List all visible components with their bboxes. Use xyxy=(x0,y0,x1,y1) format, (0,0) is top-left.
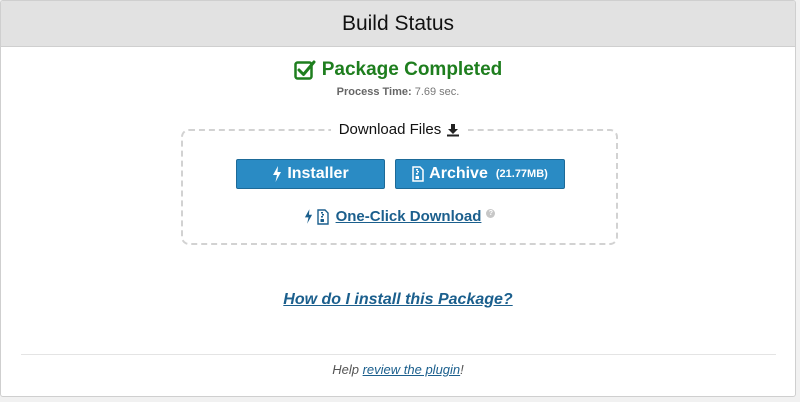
zip-file-icon xyxy=(316,208,329,225)
download-files-legend: Download Files xyxy=(183,121,616,138)
footer-prefix: Help xyxy=(332,362,359,377)
zip-file-icon xyxy=(412,166,424,182)
build-status-panel: Build Status Package Completed Process T… xyxy=(0,0,796,397)
question-icon[interactable]: ? xyxy=(486,209,496,218)
footer-suffix: ! xyxy=(460,362,464,377)
download-files-box: Download Files Installer Archive (21.77M… xyxy=(181,121,618,245)
installer-button[interactable]: Installer xyxy=(236,159,385,189)
archive-button[interactable]: Archive (21.77MB) xyxy=(395,159,565,189)
footer-divider xyxy=(21,354,776,355)
panel-header: Build Status xyxy=(1,1,795,47)
one-click-download-row: One-Click Download ? xyxy=(183,208,616,225)
installer-label: Installer xyxy=(287,165,349,182)
review-plugin-link[interactable]: review the plugin xyxy=(363,362,461,377)
one-click-download-link[interactable]: One-Click Download xyxy=(336,208,482,225)
archive-label: Archive xyxy=(429,165,488,182)
download-icon xyxy=(447,123,460,136)
status-row: Package Completed xyxy=(1,59,795,81)
install-help-link[interactable]: How do I install this Package? xyxy=(283,291,512,308)
status-message: Package Completed xyxy=(321,59,503,80)
panel-title: Build Status xyxy=(341,11,455,35)
process-time-value: 7.69 sec. xyxy=(414,86,460,98)
checkbox-checked-icon xyxy=(293,59,316,81)
bolt-icon xyxy=(273,166,282,182)
archive-size: (21.77MB) xyxy=(495,168,548,180)
install-help-row: How do I install this Package? xyxy=(1,291,795,309)
bolt-icon xyxy=(304,209,313,224)
download-files-title: Download Files xyxy=(338,121,442,138)
process-time-label: Process Time: xyxy=(336,86,412,98)
footer: Help review the plugin! xyxy=(1,362,795,377)
process-time: Process Time: 7.69 sec. xyxy=(1,86,795,98)
